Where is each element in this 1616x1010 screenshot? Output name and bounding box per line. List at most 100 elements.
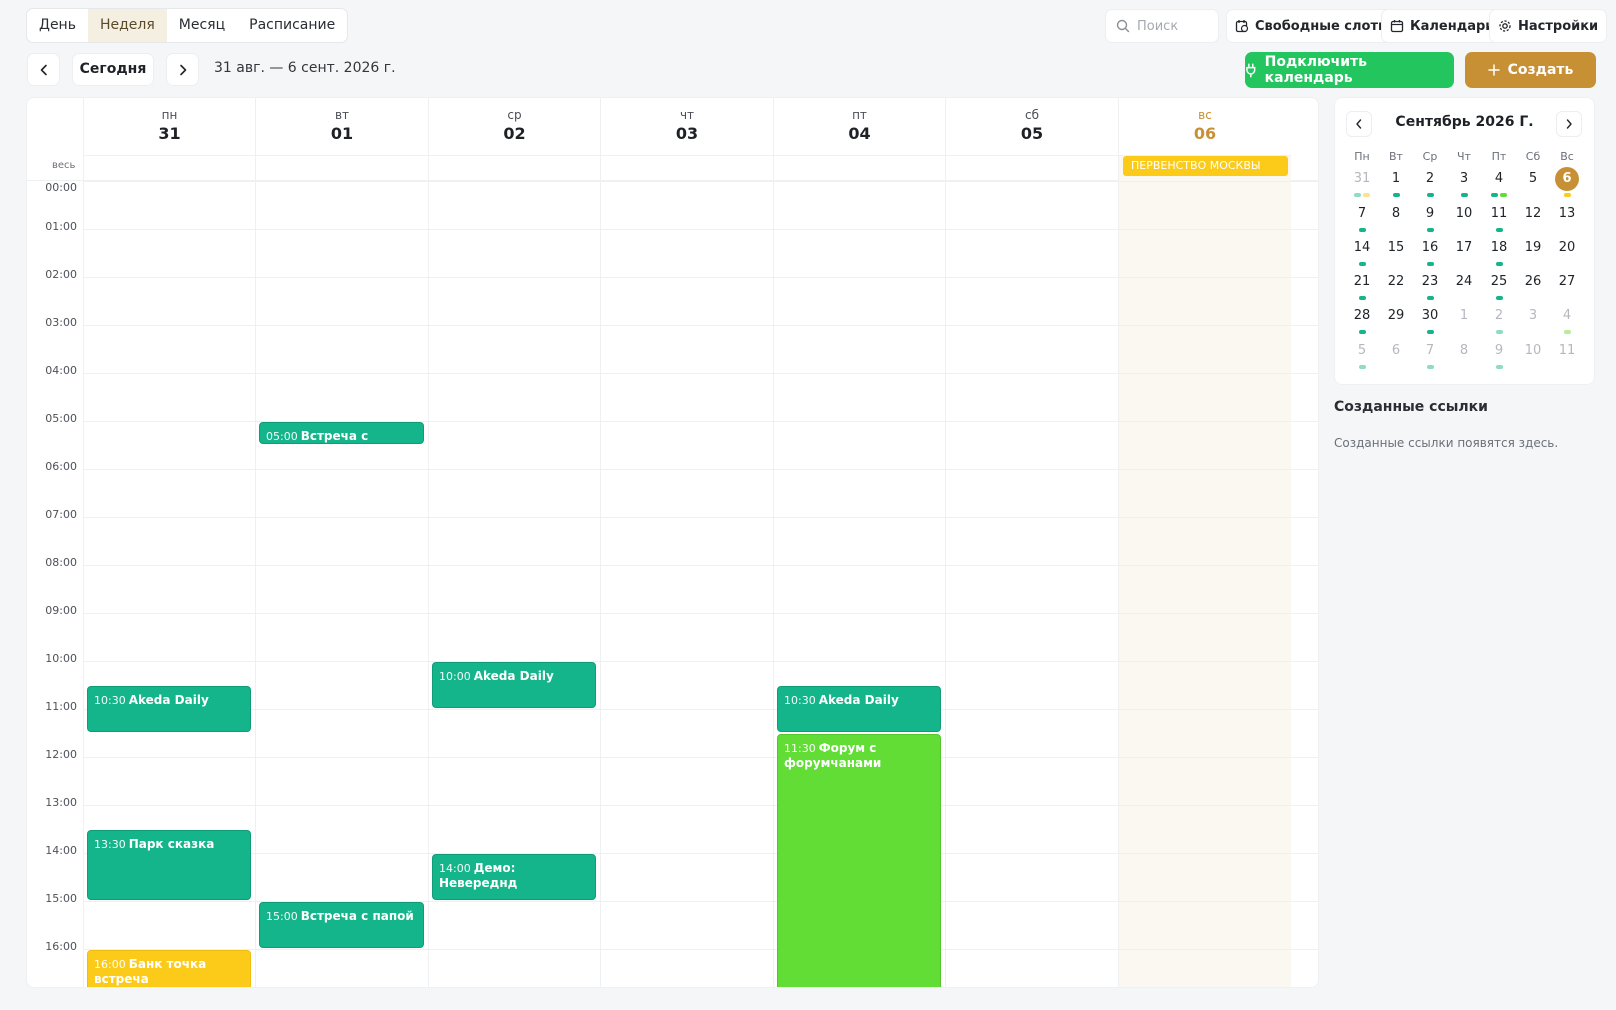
calendar-event[interactable]: 05:00Встреча с Артуром bbox=[259, 422, 424, 444]
mini-calendar-day[interactable]: 26 bbox=[1516, 270, 1550, 294]
mini-calendar-day[interactable]: 7 bbox=[1345, 202, 1379, 226]
day-header[interactable]: пн 31 bbox=[83, 98, 255, 156]
hour-label: 05:00 bbox=[45, 412, 77, 425]
mini-calendar-day[interactable]: 17 bbox=[1447, 236, 1481, 260]
event-time: 16:00 bbox=[94, 958, 126, 971]
mini-calendar-day[interactable]: 11 bbox=[1550, 339, 1584, 363]
mini-calendar-day[interactable]: 4 bbox=[1550, 304, 1584, 328]
event-time: 10:00 bbox=[439, 670, 471, 683]
event-indicator-dot bbox=[1354, 193, 1361, 197]
mini-calendar-day[interactable]: 13 bbox=[1550, 202, 1584, 226]
mini-calendar-day[interactable]: 23 bbox=[1413, 270, 1447, 294]
mini-calendar-day[interactable]: 31 bbox=[1345, 167, 1379, 191]
tab-week[interactable]: Неделя bbox=[87, 9, 167, 42]
mini-calendar-day[interactable]: 3 bbox=[1447, 167, 1481, 191]
day-header-date: 06 bbox=[1193, 124, 1217, 143]
day-column-divider bbox=[773, 156, 774, 987]
event-indicator-dot bbox=[1358, 262, 1366, 266]
connect-calendar-label: Подключить календарь bbox=[1264, 54, 1368, 86]
calendars-button[interactable]: Календари bbox=[1381, 9, 1504, 43]
next-week-button[interactable] bbox=[166, 53, 199, 86]
mini-calendar-day[interactable]: 2 bbox=[1482, 304, 1516, 328]
created-links-empty-text: Созданные ссылки появятся здесь. bbox=[1334, 436, 1559, 450]
day-header[interactable]: сб 05 bbox=[945, 98, 1118, 156]
event-time: 15:00 bbox=[266, 910, 298, 923]
day-column-divider bbox=[600, 156, 601, 987]
mini-calendar-day[interactable]: 7 bbox=[1413, 339, 1447, 363]
mini-calendar-day[interactable]: 27 bbox=[1550, 270, 1584, 294]
mini-calendar-day[interactable]: 11 bbox=[1482, 202, 1516, 226]
day-header[interactable]: вт 01 bbox=[255, 98, 428, 156]
mini-calendar-day[interactable]: 8 bbox=[1447, 339, 1481, 363]
connect-calendar-button[interactable]: Подключить календарь bbox=[1245, 52, 1454, 88]
event-time: 13:30 bbox=[94, 838, 126, 851]
calendar-event[interactable]: 15:00 Встреча с папой bbox=[259, 902, 424, 948]
create-label: Создать bbox=[1507, 62, 1574, 78]
hour-gridline bbox=[83, 277, 1318, 278]
mini-calendar-day[interactable]: 12 bbox=[1516, 202, 1550, 226]
mini-calendar-day[interactable]: 21 bbox=[1345, 270, 1379, 294]
mini-calendar-day[interactable]: 9 bbox=[1413, 202, 1447, 226]
mini-calendar-day[interactable]: 3 bbox=[1516, 304, 1550, 328]
tab-day[interactable]: День bbox=[27, 9, 88, 42]
event-indicator-dot bbox=[1495, 330, 1503, 334]
prev-week-button[interactable] bbox=[27, 53, 60, 86]
mini-calendar-day[interactable]: 6 bbox=[1379, 339, 1413, 363]
day-header[interactable]: ср 02 bbox=[428, 98, 600, 156]
mini-calendar-day[interactable]: 1 bbox=[1447, 304, 1481, 328]
mini-calendar-day[interactable]: 22 bbox=[1379, 270, 1413, 294]
search-input[interactable] bbox=[1137, 18, 1217, 34]
view-switcher: День Неделя Месяц Расписание bbox=[26, 8, 349, 43]
hour-label: 12:00 bbox=[45, 748, 77, 761]
mini-calendar-day[interactable]: 30 bbox=[1413, 304, 1447, 328]
settings-button[interactable]: Настройки bbox=[1489, 9, 1608, 43]
calendar-event[interactable]: 16:00 Банк точка встреча bbox=[87, 950, 251, 987]
mini-calendar-day[interactable]: 14 bbox=[1345, 236, 1379, 260]
day-header[interactable]: пт 04 bbox=[773, 98, 945, 156]
mini-calendar-day[interactable]: 29 bbox=[1379, 304, 1413, 328]
event-indicator-dot bbox=[1426, 330, 1434, 334]
event-indicator-dot bbox=[1491, 193, 1498, 197]
mini-calendar-day[interactable]: 19 bbox=[1516, 236, 1550, 260]
mini-calendar-day[interactable]: 9 bbox=[1482, 339, 1516, 363]
mini-next-month-button[interactable] bbox=[1556, 111, 1582, 137]
hour-gridline bbox=[83, 325, 1318, 326]
calendar-event[interactable]: 10:30 Akeda Daily bbox=[87, 686, 251, 732]
mini-calendar-day[interactable]: 15 bbox=[1379, 236, 1413, 260]
mini-calendar-day[interactable]: 1 bbox=[1379, 167, 1413, 191]
mini-calendar-day[interactable]: 20 bbox=[1550, 236, 1584, 260]
mini-calendar-day[interactable]: 5 bbox=[1516, 167, 1550, 191]
allday-event[interactable]: ПЕРВЕНСТВО МОСКВЫ bbox=[1123, 156, 1288, 176]
mini-calendar-weekday: Чт bbox=[1457, 150, 1471, 163]
mini-calendar-day[interactable]: 8 bbox=[1379, 202, 1413, 226]
free-slots-label: Свободные слоты bbox=[1255, 18, 1390, 34]
calendar-event[interactable]: 13:30 Парк сказка bbox=[87, 830, 251, 900]
event-title: Парк сказка bbox=[128, 837, 215, 851]
event-indicator-dot bbox=[1460, 193, 1468, 197]
mini-calendar-day[interactable]: 10 bbox=[1447, 202, 1481, 226]
mini-calendar-day[interactable]: 24 bbox=[1447, 270, 1481, 294]
calendar-event[interactable]: 14:00 Демо: Невереднд bbox=[432, 854, 596, 900]
calendar-event[interactable]: 10:00 Akeda Daily bbox=[432, 662, 596, 708]
mini-calendar-day[interactable]: 28 bbox=[1345, 304, 1379, 328]
hour-label: 07:00 bbox=[45, 508, 77, 521]
free-slots-button[interactable]: Свободные слоты bbox=[1226, 9, 1399, 43]
day-header[interactable]: чт 03 bbox=[600, 98, 773, 156]
mini-calendar-day[interactable]: 16 bbox=[1413, 236, 1447, 260]
mini-calendar-day[interactable]: 2 bbox=[1413, 167, 1447, 191]
calendar-event[interactable]: 11:30 Форум с форумчанами bbox=[777, 734, 941, 987]
today-button[interactable]: Сегодня bbox=[72, 53, 154, 86]
mini-calendar-day[interactable]: 25 bbox=[1482, 270, 1516, 294]
mini-calendar-day[interactable]: 5 bbox=[1345, 339, 1379, 363]
settings-label: Настройки bbox=[1518, 18, 1599, 34]
mini-calendar-day[interactable]: 18 bbox=[1482, 236, 1516, 260]
hour-label: 14:00 bbox=[45, 844, 77, 857]
mini-calendar-day[interactable]: 6 bbox=[1555, 167, 1579, 191]
day-header[interactable]: вс 06 bbox=[1118, 98, 1291, 156]
tab-schedule[interactable]: Расписание bbox=[237, 9, 347, 42]
mini-calendar-day[interactable]: 4 bbox=[1482, 167, 1516, 191]
mini-calendar-day[interactable]: 10 bbox=[1516, 339, 1550, 363]
create-button[interactable]: Создать bbox=[1465, 52, 1596, 88]
tab-month[interactable]: Месяц bbox=[167, 9, 237, 42]
calendar-event[interactable]: 10:30 Akeda Daily bbox=[777, 686, 941, 732]
